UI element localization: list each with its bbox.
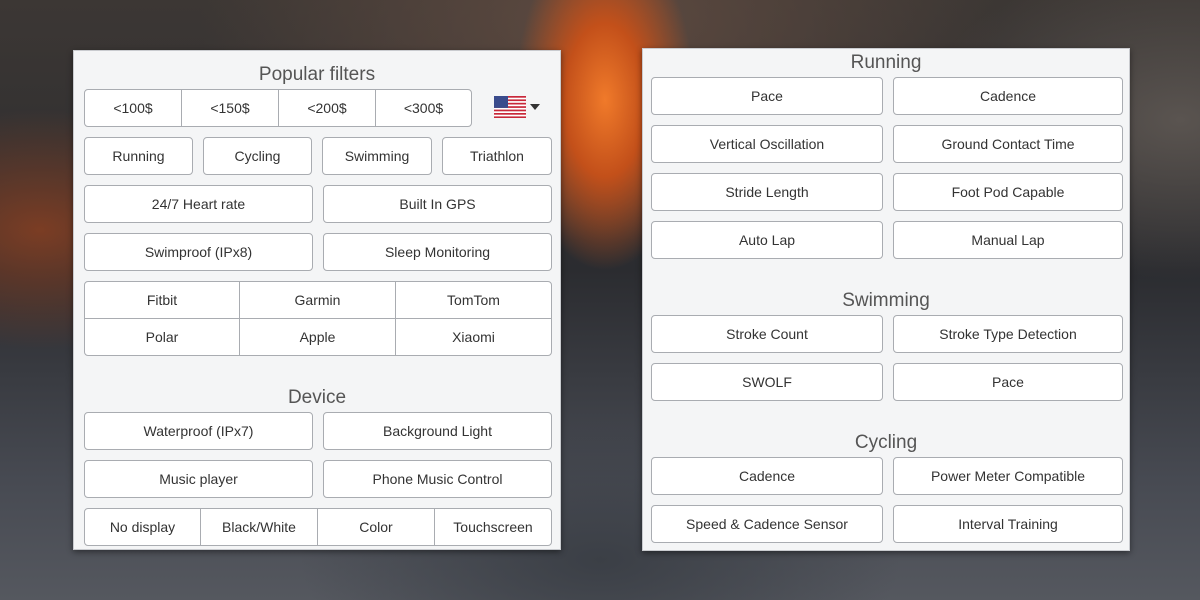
activity-features-panel: Running Pace Cadence Vertical Oscillatio… [642,48,1130,551]
swimming-pace-button[interactable]: Pace [893,363,1123,401]
color-display-button[interactable]: Color [318,509,435,545]
phone-music-control-button[interactable]: Phone Music Control [323,460,552,498]
heart-rate-button[interactable]: 24/7 Heart rate [84,185,313,223]
background-light-button[interactable]: Background Light [323,412,552,450]
swimproof-button[interactable]: Swimproof (IPx8) [84,233,313,271]
price-under-100-button[interactable]: <100$ [85,90,182,126]
cycling-title: Cycling [854,432,918,453]
popular-filters-title: Popular filters [258,64,376,85]
cycling-cadence-button[interactable]: Cadence [651,457,883,495]
running-title: Running [850,52,922,73]
built-in-gps-button[interactable]: Built In GPS [323,185,552,223]
price-under-200-button[interactable]: <200$ [279,90,376,126]
black-white-display-button[interactable]: Black/White [201,509,318,545]
music-player-button[interactable]: Music player [84,460,313,498]
foot-pod-capable-button[interactable]: Foot Pod Capable [893,173,1123,211]
device-title: Device [287,387,347,408]
sport-swimming-button[interactable]: Swimming [322,137,432,175]
ground-contact-time-button[interactable]: Ground Contact Time [893,125,1123,163]
touchscreen-button[interactable]: Touchscreen [435,509,551,545]
stroke-type-detection-button[interactable]: Stroke Type Detection [893,315,1123,353]
chevron-down-icon [530,104,540,110]
brand-garmin-button[interactable]: Garmin [240,282,396,319]
manual-lap-button[interactable]: Manual Lap [893,221,1123,259]
stride-length-button[interactable]: Stride Length [651,173,883,211]
auto-lap-button[interactable]: Auto Lap [651,221,883,259]
swolf-button[interactable]: SWOLF [651,363,883,401]
us-flag-icon [494,96,526,118]
interval-training-button[interactable]: Interval Training [893,505,1123,543]
sport-running-button[interactable]: Running [84,137,193,175]
power-meter-compatible-button[interactable]: Power Meter Compatible [893,457,1123,495]
brand-polar-button[interactable]: Polar [85,319,240,355]
no-display-button[interactable]: No display [85,509,201,545]
vertical-oscillation-button[interactable]: Vertical Oscillation [651,125,883,163]
brand-xiaomi-button[interactable]: Xiaomi [396,319,551,355]
brand-fitbit-button[interactable]: Fitbit [85,282,240,319]
sleep-monitoring-button[interactable]: Sleep Monitoring [323,233,552,271]
sport-triathlon-button[interactable]: Triathlon [442,137,552,175]
popular-filters-panel: Popular filters <100$ <150$ <200$ <300$ … [73,50,561,550]
display-type-group: No display Black/White Color Touchscreen [84,508,552,546]
brand-filter-group: Fitbit Garmin TomTom Polar Apple Xiaomi [84,281,552,356]
swimming-title: Swimming [842,290,930,311]
waterproof-button[interactable]: Waterproof (IPx7) [84,412,313,450]
sport-cycling-button[interactable]: Cycling [203,137,312,175]
brand-tomtom-button[interactable]: TomTom [396,282,551,319]
price-under-150-button[interactable]: <150$ [182,90,279,126]
price-filter-group: <100$ <150$ <200$ <300$ [84,89,472,127]
country-selector[interactable] [494,95,544,119]
price-under-300-button[interactable]: <300$ [376,90,471,126]
speed-cadence-sensor-button[interactable]: Speed & Cadence Sensor [651,505,883,543]
brand-apple-button[interactable]: Apple [240,319,396,355]
running-pace-button[interactable]: Pace [651,77,883,115]
running-cadence-button[interactable]: Cadence [893,77,1123,115]
stroke-count-button[interactable]: Stroke Count [651,315,883,353]
